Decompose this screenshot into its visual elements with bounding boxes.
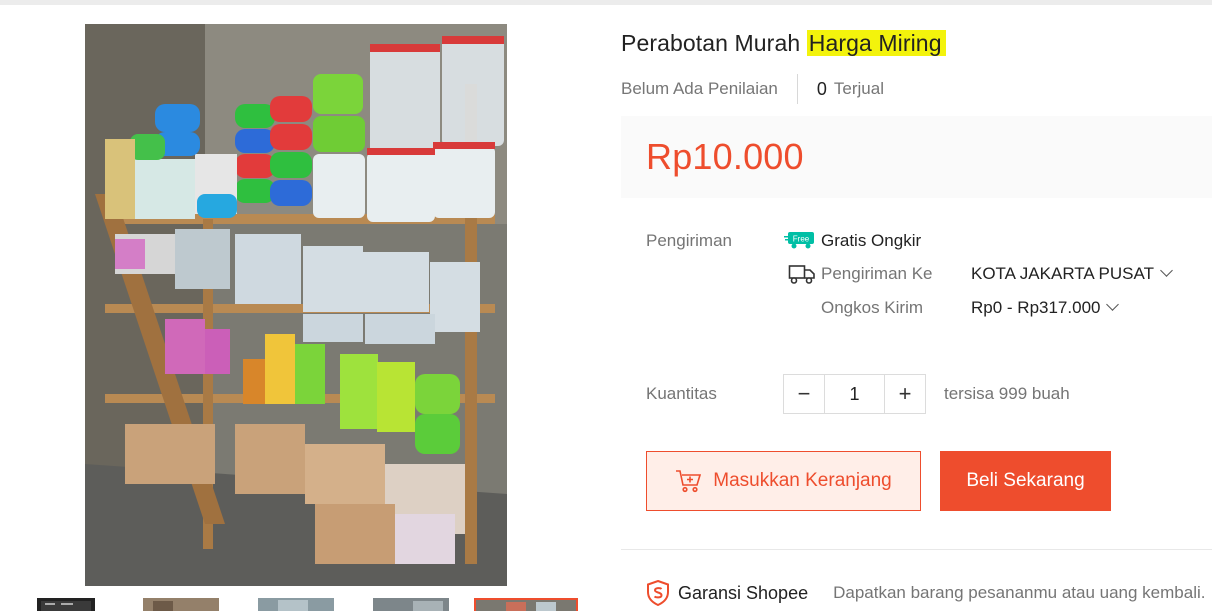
thumbnail-3[interactable] [258,598,334,611]
product-title-highlight: Harga Miring [806,30,946,56]
chevron-down-icon [1106,298,1120,311]
shipping-cost-select[interactable]: Rp0 - Rp317.000 [971,298,1120,318]
quantity-increase-button[interactable]: + [885,375,925,413]
sold-count: 0 [816,78,827,99]
buy-now-label: Beli Sekarang [966,470,1085,491]
shipping-cost-label: Ongkos Kirim [821,298,924,317]
truck-icon [788,263,816,290]
free-shipping-text: Gratis Ongkir [821,231,922,250]
free-badge-text: Free [793,235,810,244]
quantity-stepper: − 1 + [783,374,926,414]
shipping-to-label: Pengiriman Ke [821,264,933,283]
product-price: Rp10.000 [646,136,804,177]
shipping-destination-select[interactable]: KOTA JAKARTA PUSAT [971,264,1173,284]
product-title-part1: Perabotan Murah [621,30,801,56]
quantity-input[interactable]: 1 [824,375,885,413]
shipping-cost-value: Rp0 - Rp317.000 [971,298,1101,317]
shopee-guarantee: Garansi Shopee Dapatkan barang pesananmu… [646,580,1205,606]
quantity-decrease-button[interactable]: − [784,375,824,413]
top-border [0,0,1212,5]
guarantee-label: Garansi Shopee [678,582,809,603]
thumbnail-4[interactable] [373,598,449,611]
shipping-destination-value: KOTA JAKARTA PUSAT [971,264,1154,283]
cart-add-icon [676,470,702,493]
main-product-image[interactable] [85,24,507,586]
thumbnail-5-selected[interactable] [474,598,578,611]
quantity-label: Kuantitas [646,384,717,403]
rating-text: Belum Ada Penilaian [621,74,798,104]
buy-now-button[interactable]: Beli Sekarang [940,451,1111,511]
shipping-label: Pengiriman [646,231,732,250]
rating-summary: Belum Ada Penilaian 0 Terjual [621,74,884,104]
stock-remaining: tersisa 999 buah [944,384,1070,403]
section-divider [621,549,1212,550]
thumbnail-strip [0,598,600,611]
sold-label: Terjual [833,79,884,98]
thumbnail-2[interactable] [143,598,219,611]
add-to-cart-label: Masukkan Keranjang [713,470,892,491]
price-section: Rp10.000 [621,116,1212,198]
shield-icon [647,580,669,606]
product-title: Perabotan Murah Harga Miring [621,30,946,57]
guarantee-description: Dapatkan barang pesananmu atau uang kemb… [833,583,1206,602]
free-shipping-icon: Free [784,231,816,254]
thumbnail-1[interactable] [37,598,95,611]
add-to-cart-button[interactable]: Masukkan Keranjang [646,451,921,511]
chevron-down-icon [1160,264,1173,277]
